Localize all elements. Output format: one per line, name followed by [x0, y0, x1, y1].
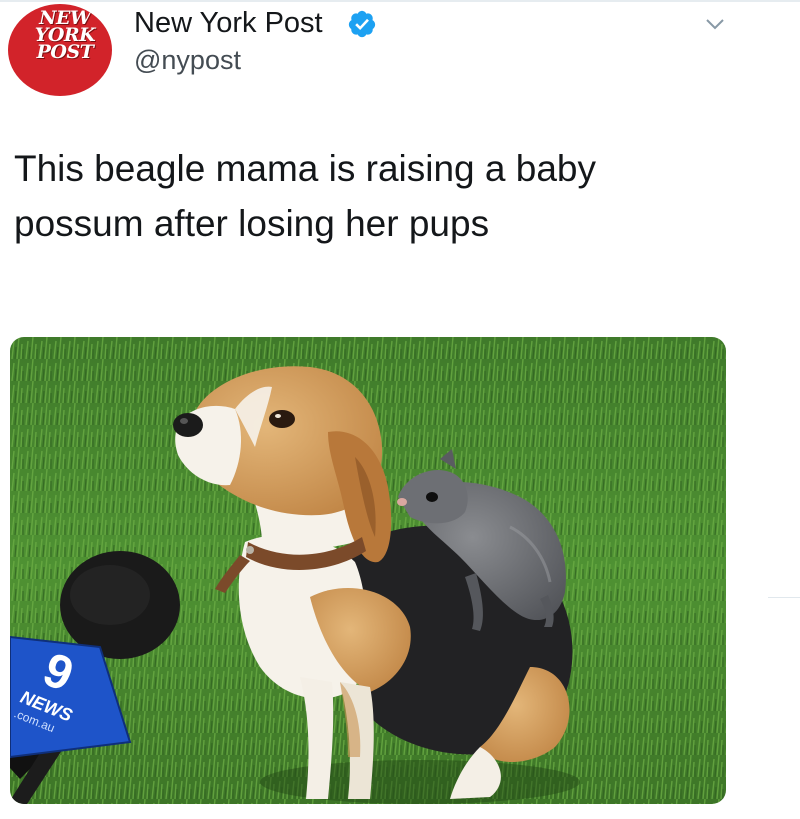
tweet-card: NEW YORK POST New York Post @nypost This…	[0, 0, 800, 819]
chevron-down-icon[interactable]	[705, 17, 725, 31]
tweet-text-line: possum after losing her pups	[14, 203, 490, 244]
tweet-text: This beagle mama is raising a baby possu…	[14, 141, 714, 251]
handle[interactable]: @nypost	[134, 44, 241, 76]
tweet-text-line: This beagle mama is raising a baby	[14, 148, 597, 189]
photo-illustration: 9 NEWS .com.au	[10, 337, 726, 804]
tweet-photo[interactable]: 9 NEWS .com.au	[10, 337, 726, 804]
top-divider	[0, 0, 800, 2]
avatar-logo-line: POST	[36, 41, 94, 63]
display-name[interactable]: New York Post	[134, 6, 323, 40]
verified-badge-icon	[348, 10, 376, 38]
avatar-logo-text: NEW YORK POST	[30, 9, 100, 63]
avatar[interactable]: NEW YORK POST	[8, 4, 112, 96]
side-divider	[768, 597, 800, 598]
